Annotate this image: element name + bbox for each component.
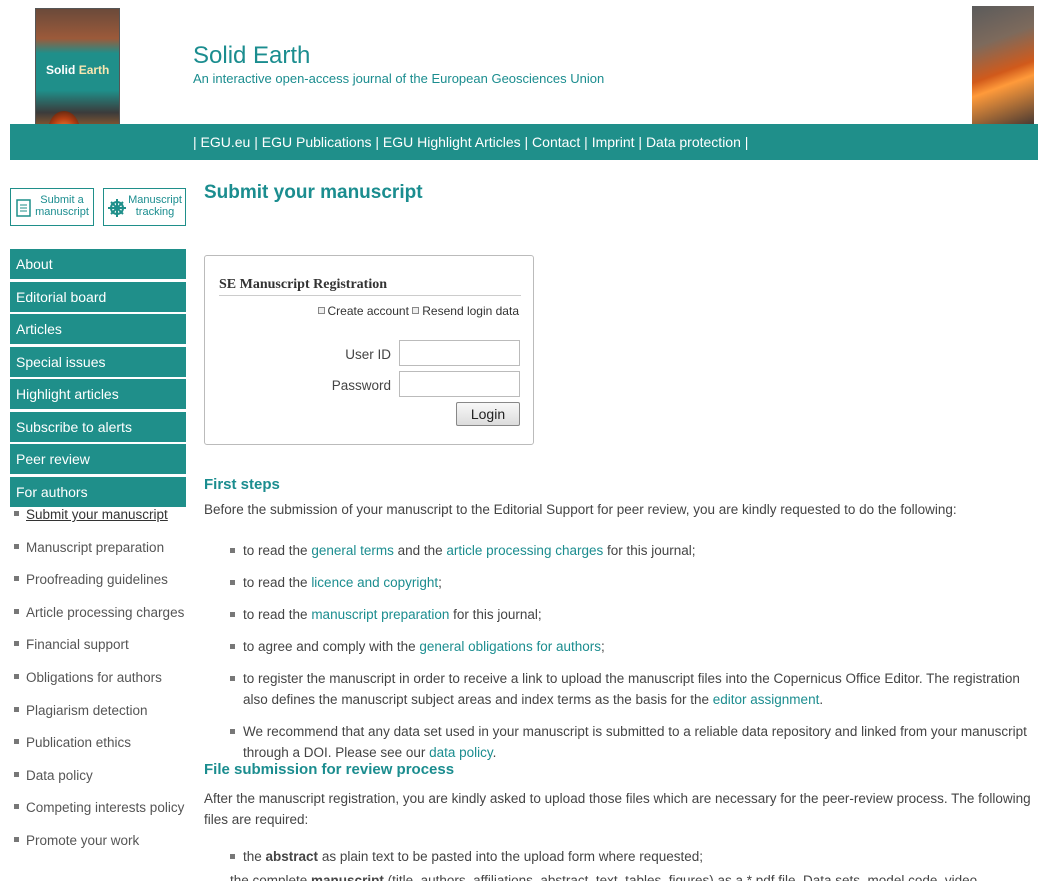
nav-link-contact[interactable]: Contact xyxy=(532,134,580,150)
sidebar-item-about[interactable]: About xyxy=(10,249,186,279)
sidebar-item-peer-review[interactable]: Peer review xyxy=(10,444,186,474)
bullet-icon xyxy=(14,641,19,647)
password-input[interactable] xyxy=(399,371,520,397)
article-processing-charges-link[interactable]: article processing charges xyxy=(446,543,603,558)
manuscript-registration-form: SE Manuscript Registration Create accoun… xyxy=(204,255,534,445)
list-item: the abstract as plain text to be pasted … xyxy=(230,846,1030,867)
sidebar-item-articles[interactable]: Articles xyxy=(10,314,186,344)
submenu-item-publication-ethics[interactable]: Publication ethics xyxy=(14,735,190,768)
bullet-icon xyxy=(14,771,19,777)
submenu-item-manuscript-preparation[interactable]: Manuscript preparation xyxy=(14,540,190,573)
general-terms-link[interactable]: general terms xyxy=(311,543,394,558)
bullet-icon xyxy=(14,673,19,679)
licence-copyright-link[interactable]: licence and copyright xyxy=(311,575,438,590)
sidebar-item-special-issues[interactable]: Special issues xyxy=(10,346,186,377)
sidebar-item-editorial-board[interactable]: Editorial board xyxy=(10,281,186,312)
bullet-icon xyxy=(14,576,19,582)
sidebar-menu: About Editorial board Articles Special i… xyxy=(10,249,186,509)
editor-assignment-link[interactable]: editor assignment xyxy=(713,692,820,707)
manuscript-preparation-link[interactable]: manuscript preparation xyxy=(311,607,449,622)
list-item: the complete manuscript (title, authors,… xyxy=(230,873,978,881)
list-item: We recommend that any data set used in y… xyxy=(230,721,1030,763)
header-volcano-image xyxy=(972,6,1034,124)
first-steps-list: to read the general terms and the articl… xyxy=(230,540,1030,774)
for-authors-submenu: Submit your manuscript Manuscript prepar… xyxy=(14,507,190,866)
list-item: to agree and comply with the general obl… xyxy=(230,636,1030,657)
helm-icon xyxy=(108,199,126,217)
quick-action-buttons: Submit a manuscript Manuscript tracking xyxy=(10,188,186,226)
top-navigation-bar: | EGU.eu | EGU Publications | EGU Highli… xyxy=(10,124,1038,160)
square-bullet-icon xyxy=(412,307,420,315)
submenu-item-competing-interests-policy[interactable]: Competing interests policy xyxy=(14,800,190,833)
site-header: Solid Earth Solid Earth An interactive o… xyxy=(0,0,1038,160)
nav-link-egu-highlight-articles[interactable]: EGU Highlight Articles xyxy=(383,134,521,150)
file-submission-heading: File submission for review process xyxy=(204,761,455,778)
bullet-icon xyxy=(14,543,19,549)
bullet-icon xyxy=(14,608,19,614)
list-item: to read the general terms and the articl… xyxy=(230,540,1030,561)
submenu-item-submit-manuscript[interactable]: Submit your manuscript xyxy=(14,507,190,540)
user-id-label: User ID xyxy=(345,347,391,362)
list-item: to read the manuscript preparation for t… xyxy=(230,604,1030,625)
list-item: to register the manuscript in order to r… xyxy=(230,668,1030,710)
manuscript-tracking-label: Manuscript tracking xyxy=(128,194,182,218)
document-icon xyxy=(16,199,31,217)
login-form-heading: SE Manuscript Registration xyxy=(219,277,387,292)
account-links: Create account Resend login data xyxy=(317,304,519,318)
sidebar-item-subscribe-alerts[interactable]: Subscribe to alerts xyxy=(10,411,186,442)
login-button[interactable]: Login xyxy=(456,402,520,426)
create-account-link[interactable]: Create account xyxy=(317,304,409,318)
submit-manuscript-label: Submit a manuscript xyxy=(35,194,89,218)
general-obligations-link[interactable]: general obligations for authors xyxy=(419,639,601,654)
sidebar-item-for-authors[interactable]: For authors xyxy=(10,476,186,507)
submenu-item-promote-your-work[interactable]: Promote your work xyxy=(14,833,190,866)
password-label: Password xyxy=(331,378,391,393)
submenu-item-financial-support[interactable]: Financial support xyxy=(14,637,190,670)
bullet-icon xyxy=(14,836,19,842)
divider xyxy=(219,295,521,296)
first-steps-heading: First steps xyxy=(204,476,280,493)
submenu-item-data-policy[interactable]: Data policy xyxy=(14,768,190,801)
page-title: Submit your manuscript xyxy=(204,182,423,203)
square-bullet-icon xyxy=(317,307,325,315)
nav-link-egu-publications[interactable]: EGU Publications xyxy=(262,134,372,150)
bullet-icon xyxy=(14,739,19,745)
submit-manuscript-button[interactable]: Submit a manuscript xyxy=(10,188,94,226)
list-item: to read the licence and copyright; xyxy=(230,572,1030,593)
bullet-icon xyxy=(14,510,19,516)
journal-subtitle: An interactive open-access journal of th… xyxy=(193,71,605,86)
data-policy-link[interactable]: data policy xyxy=(429,745,493,760)
submenu-item-article-processing-charges[interactable]: Article processing charges xyxy=(14,605,190,638)
sidebar-item-highlight-articles[interactable]: Highlight articles xyxy=(10,379,186,409)
top-nav-links: | EGU.eu | EGU Publications | EGU Highli… xyxy=(193,134,749,150)
submenu-item-obligations-for-authors[interactable]: Obligations for authors xyxy=(14,670,190,703)
cover-title: Solid Earth xyxy=(46,63,110,77)
file-submission-intro: After the manuscript registration, you a… xyxy=(204,791,1031,827)
manuscript-tracking-button[interactable]: Manuscript tracking xyxy=(103,188,186,226)
bullet-icon xyxy=(14,804,19,810)
bullet-icon xyxy=(14,706,19,712)
journal-title[interactable]: Solid Earth xyxy=(193,42,310,70)
first-steps-intro: Before the submission of your manuscript… xyxy=(204,502,957,517)
nav-link-imprint[interactable]: Imprint xyxy=(592,134,635,150)
nav-link-data-protection[interactable]: Data protection xyxy=(646,134,741,150)
submenu-item-proofreading-guidelines[interactable]: Proofreading guidelines xyxy=(14,572,190,605)
nav-link-egu-eu[interactable]: EGU.eu xyxy=(201,134,251,150)
submenu-item-plagiarism-detection[interactable]: Plagiarism detection xyxy=(14,703,190,736)
resend-login-link[interactable]: Resend login data xyxy=(412,304,519,318)
user-id-input[interactable] xyxy=(399,340,520,366)
